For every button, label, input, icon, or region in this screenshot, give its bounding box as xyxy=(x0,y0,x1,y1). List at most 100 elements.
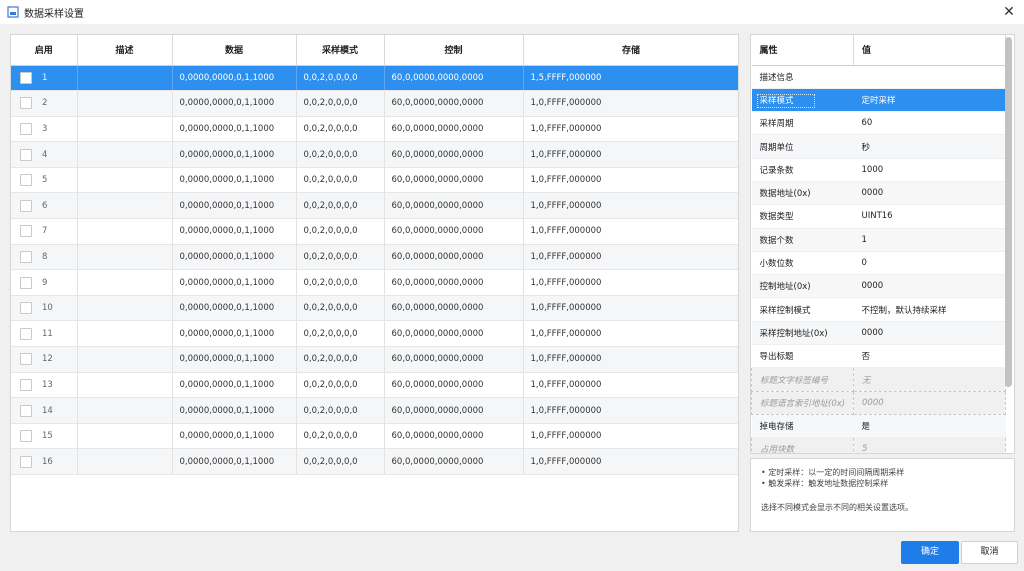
storage-cell[interactable]: 1,0,FFFF,000000 xyxy=(523,346,738,373)
property-value[interactable]: 1000 xyxy=(853,158,1006,182)
enable-checkbox[interactable] xyxy=(20,225,32,238)
data-cell[interactable]: 0,0000,0000,0,1,1000 xyxy=(172,218,297,245)
sample-mode-cell[interactable]: 0,0,2,0,0,0,0 xyxy=(296,141,385,168)
cancel-button[interactable]: 取消 xyxy=(961,541,1018,564)
property-row[interactable]: 采样周期 60 xyxy=(751,111,1006,136)
table-row[interactable]: 7 0,0000,0000,0,1,1000 0,0,2,0,0,0,0 60,0,0… xyxy=(11,218,738,245)
enable-checkbox[interactable] xyxy=(20,174,32,187)
enable-checkbox[interactable] xyxy=(20,353,32,366)
data-cell[interactable]: 0,0000,0000,0,1,1000 xyxy=(172,320,297,348)
property-row[interactable]: 周期单位秒 xyxy=(751,134,1006,159)
data-cell[interactable]: 0,0000,0000,0,1,1000 xyxy=(172,269,297,296)
data-cell[interactable]: 0,0000,0000,0,1,1000 xyxy=(172,192,297,220)
control-cell[interactable]: 60,0,0000,0000,0000 xyxy=(384,295,524,322)
storage-cell[interactable]: 1,0,FFFF,000000 xyxy=(523,167,738,194)
data-cell[interactable]: 0,0000,0000,0,1,1000 xyxy=(172,397,297,424)
storage-cell[interactable]: 1,0,FFFF,000000 xyxy=(523,90,738,117)
property-row[interactable]: 导出标题否 xyxy=(751,344,1006,369)
vertical-scrollbar[interactable] xyxy=(1005,37,1012,387)
storage-cell[interactable]: 1,0,FFFF,000000 xyxy=(523,116,738,143)
property-value[interactable]: 否 xyxy=(853,344,1006,369)
storage-cell[interactable]: 1,0,FFFF,000000 xyxy=(523,423,738,450)
control-cell[interactable]: 60,0,0000,0000,0000 xyxy=(384,116,524,143)
description-cell[interactable] xyxy=(77,65,173,92)
property-value[interactable]: 是 xyxy=(853,414,1006,439)
sample-mode-cell[interactable]: 0,0,2,0,0,0,0 xyxy=(296,244,385,271)
sample-mode-cell[interactable]: 0,0,2,0,0,0,0 xyxy=(296,372,385,399)
control-cell[interactable]: 60,0,0000,0000,0000 xyxy=(384,269,524,296)
data-cell[interactable]: 0,0000,0000,0,1,1000 xyxy=(172,90,297,117)
description-cell[interactable] xyxy=(77,372,173,399)
sample-mode-cell[interactable]: 0,0,2,0,0,0,0 xyxy=(296,116,385,143)
description-cell[interactable] xyxy=(77,90,173,117)
table-row[interactable]: 10 0,0000,0000,0,1,1000 0,0,2,0,0,0,0 60,0,… xyxy=(11,295,738,322)
data-cell[interactable]: 0,0000,0000,0,1,1000 xyxy=(172,65,297,92)
description-cell[interactable] xyxy=(77,141,173,168)
ok-button[interactable]: 确定 xyxy=(901,541,959,564)
control-cell[interactable]: 60,0,0000,0000,0000 xyxy=(384,90,524,117)
storage-cell[interactable]: 1,0,FFFF,000000 xyxy=(523,269,738,296)
sample-mode-cell[interactable]: 0,0,2,0,0,0,0 xyxy=(296,295,385,322)
control-cell[interactable]: 60,0,0000,0000,0000 xyxy=(384,423,524,450)
enable-checkbox[interactable] xyxy=(20,122,32,135)
col-control[interactable]: 控制 xyxy=(384,35,524,66)
property-row[interactable]: 记录条数 1000 xyxy=(751,158,1006,182)
data-cell[interactable]: 0,0000,0000,0,1,1000 xyxy=(172,423,297,450)
description-cell[interactable] xyxy=(77,192,173,220)
storage-cell[interactable]: 1,0,FFFF,000000 xyxy=(523,372,738,399)
data-cell[interactable]: 0,0000,0000,0,1,1000 xyxy=(172,116,297,143)
control-cell[interactable]: 60,0,0000,0000,0000 xyxy=(384,167,524,194)
storage-cell[interactable]: 1,0,FFFF,000000 xyxy=(523,192,738,220)
property-row[interactable]: 采样控制地址(0x) 0000 xyxy=(751,321,1006,346)
enable-checkbox[interactable] xyxy=(20,455,32,468)
enable-checkbox[interactable] xyxy=(20,327,32,340)
storage-cell[interactable]: 1,0,FFFF,000000 xyxy=(523,397,738,424)
property-value[interactable]: 定时采样 xyxy=(853,88,1006,113)
enable-checkbox[interactable] xyxy=(20,378,32,391)
property-value[interactable]: 无 xyxy=(853,367,1006,392)
description-cell[interactable] xyxy=(77,244,173,271)
close-icon[interactable]: ✕ xyxy=(1000,3,1018,21)
enable-checkbox[interactable] xyxy=(20,71,32,84)
description-cell[interactable] xyxy=(77,397,173,424)
control-cell[interactable]: 60,0,0000,0000,0000 xyxy=(384,320,524,348)
description-cell[interactable] xyxy=(77,269,173,296)
property-value[interactable]: 1 xyxy=(853,228,1006,252)
enable-checkbox[interactable] xyxy=(20,97,32,110)
property-value[interactable]: 5 xyxy=(853,437,1006,453)
property-row[interactable]: 掉电存储是 xyxy=(751,414,1006,439)
enable-checkbox[interactable] xyxy=(20,302,32,315)
storage-cell[interactable]: 1,0,FFFF,000000 xyxy=(523,295,738,322)
property-value[interactable]: 不控制，默认持续采样 xyxy=(853,297,1006,322)
description-cell[interactable] xyxy=(77,167,173,194)
storage-cell[interactable]: 1,0,FFFF,000000 xyxy=(523,244,738,271)
enable-checkbox[interactable] xyxy=(20,276,32,289)
sample-mode-cell[interactable]: 0,0,2,0,0,0,0 xyxy=(296,397,385,424)
property-value[interactable]: 秒 xyxy=(853,134,1006,159)
table-row[interactable]: 3 0,0000,0000,0,1,1000 0,0,2,0,0,0,0 60,0,0… xyxy=(11,116,738,143)
table-row[interactable]: 2 0,0000,0000,0,1,1000 0,0,2,0,0,0,0 60,0,0… xyxy=(11,90,738,117)
col-description[interactable]: 描述 xyxy=(77,35,173,66)
sample-mode-cell[interactable]: 0,0,2,0,0,0,0 xyxy=(296,90,385,117)
data-cell[interactable]: 0,0000,0000,0,1,1000 xyxy=(172,346,297,373)
table-row[interactable]: 1 0,0000,0000,0,1,1000 0,0,2,0,0,0,0 60,0,0… xyxy=(11,65,738,92)
sample-mode-cell[interactable]: 0,0,2,0,0,0,0 xyxy=(296,448,385,475)
control-cell[interactable]: 60,0,0000,0000,0000 xyxy=(384,397,524,424)
sample-mode-cell[interactable]: 0,0,2,0,0,0,0 xyxy=(296,346,385,373)
property-row[interactable]: 标题文字标签编号无 xyxy=(751,367,1006,392)
property-row[interactable]: 数据个数 1 xyxy=(751,228,1006,252)
property-row[interactable]: 数据地址(0x) 0000 xyxy=(751,181,1006,206)
description-cell[interactable] xyxy=(77,116,173,143)
enable-checkbox[interactable] xyxy=(20,404,32,417)
data-cell[interactable]: 0,0000,0000,0,1,1000 xyxy=(172,141,297,168)
col-sample-mode[interactable]: 采样模式 xyxy=(296,35,385,66)
sample-mode-cell[interactable]: 0,0,2,0,0,0,0 xyxy=(296,269,385,296)
enable-checkbox[interactable] xyxy=(20,430,32,443)
col-enable[interactable]: 启用 xyxy=(11,35,78,66)
property-row[interactable]: 采样模式 定时采样 xyxy=(751,88,1006,113)
property-value[interactable]: 0000 xyxy=(853,321,1006,346)
table-row[interactable]: 9 0,0000,0000,0,1,1000 0,0,2,0,0,0,0 60,0,0… xyxy=(11,269,738,296)
description-cell[interactable] xyxy=(77,218,173,245)
data-cell[interactable]: 0,0000,0000,0,1,1000 xyxy=(172,448,297,475)
storage-cell[interactable]: 1,0,FFFF,000000 xyxy=(523,320,738,348)
